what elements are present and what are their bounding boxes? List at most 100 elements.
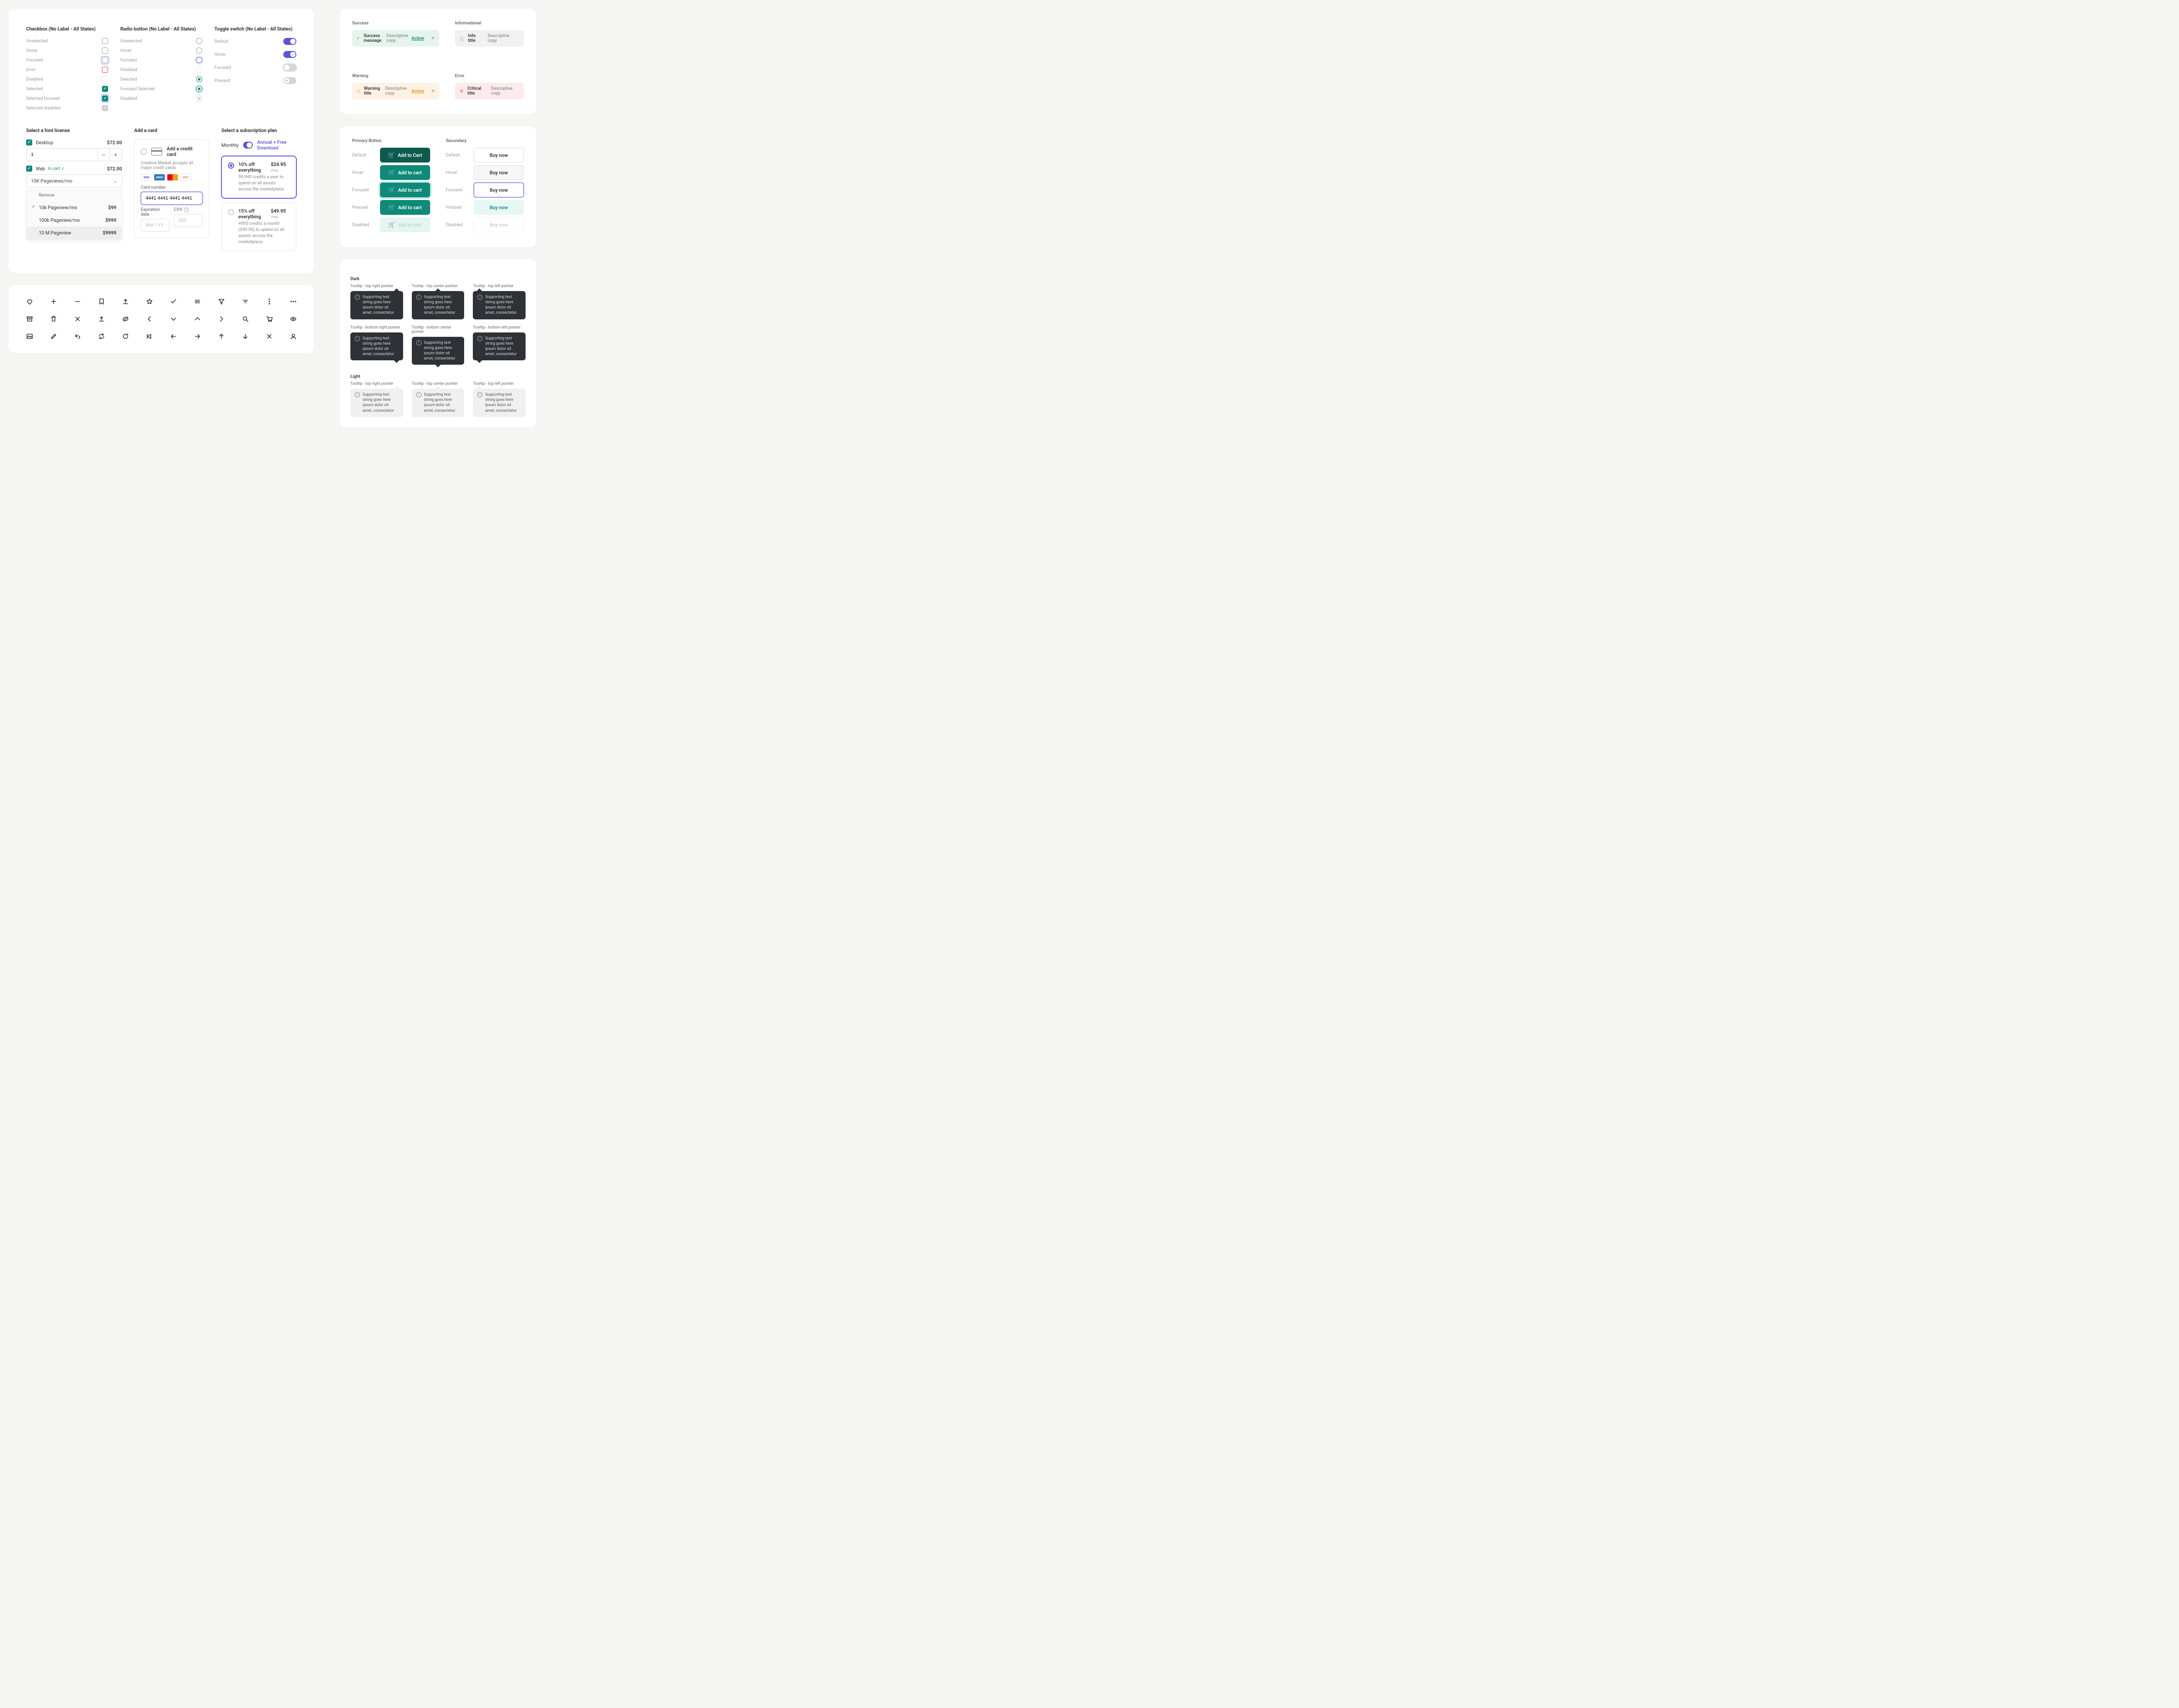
dropdown-item[interactable]: 100k Pageview/mo$999 <box>27 214 122 227</box>
toggle-section: Toggle switch (No Label - All States) De… <box>214 26 296 115</box>
tooltip-dark: iSupporting text string goes here ipsum … <box>350 291 403 319</box>
tooltip-label: Tooltip - top right pointer <box>350 284 403 288</box>
state-label: Selected disabled <box>26 106 61 111</box>
card-number-input[interactable] <box>141 192 203 205</box>
undo-icon <box>74 333 81 340</box>
secondary-heading: Secondary <box>446 139 524 143</box>
alert-warning: ⚠ Warning title Descriptive copy Action … <box>352 83 439 99</box>
discover-icon: DISC <box>180 174 191 181</box>
radio-unselected[interactable] <box>196 38 202 44</box>
secondary-button[interactable]: Buy now <box>474 183 524 197</box>
dropdown-item[interactable]: 10 M Pageview$9999 <box>27 227 122 239</box>
toggle-pressed[interactable] <box>283 77 296 84</box>
x-icon <box>266 333 273 340</box>
alert-close-icon[interactable]: ✕ <box>431 89 434 94</box>
user-icon <box>290 333 297 340</box>
alert-desc: Descriptive copy <box>387 34 408 43</box>
tooltip-dark: iSupporting text string goes here ipsum … <box>412 337 465 365</box>
quantity-plus-button[interactable]: + <box>109 149 122 161</box>
arrow-down-icon <box>242 333 249 340</box>
arrow-right-icon <box>194 333 201 340</box>
license-desktop-label: Desktop <box>36 140 53 146</box>
close-icon <box>74 315 81 322</box>
plan-option[interactable]: 10% off everything $24.95 /mo 59,940 cre… <box>221 156 296 198</box>
checkbox-selected[interactable] <box>102 86 108 92</box>
plan-title: 10% off everything <box>238 162 271 173</box>
radio-selected[interactable] <box>196 76 202 82</box>
radio-focused[interactable] <box>196 57 202 63</box>
checkbox-hover[interactable] <box>102 47 108 54</box>
error-icon: ⊘ <box>459 88 464 94</box>
quantity-input[interactable] <box>27 149 97 161</box>
plan-title: 15% off everything <box>238 208 271 220</box>
cvv-input[interactable] <box>174 214 203 227</box>
skip-back-icon <box>146 333 153 340</box>
card-radio[interactable] <box>141 149 147 155</box>
toggle-default[interactable] <box>283 38 296 45</box>
checkbox-selected-focused[interactable] <box>102 95 108 102</box>
pageviews-select[interactable]: 10K Pageviews/mo <box>26 174 122 187</box>
tooltip-label: Tooltip - top left pointer <box>473 284 526 288</box>
credit-card-form: Add a credit card Creative Market accept… <box>134 139 209 238</box>
card-number-label: Card number <box>141 185 203 190</box>
chevron-down-icon <box>170 315 177 322</box>
state-label: Disabled <box>120 96 137 101</box>
primary-button[interactable]: 🛒Add to cart <box>380 200 430 215</box>
pageviews-selected-value: 10K Pageviews/mo <box>31 178 72 184</box>
mastercard-icon <box>167 174 178 181</box>
radio-hover[interactable] <box>196 47 202 54</box>
plan-option[interactable]: 15% off everything $49.95 /mo 4995 credi… <box>221 203 296 251</box>
alert-title: Critical title <box>467 86 487 96</box>
alert-action-link[interactable]: Action <box>411 89 424 94</box>
bookmark-icon <box>98 298 105 305</box>
alert-action-link[interactable]: Action <box>411 36 424 41</box>
secondary-button[interactable]: Buy now <box>474 200 524 215</box>
cart-icon: 🛒 <box>388 204 395 211</box>
license-web-checkbox[interactable] <box>26 166 32 172</box>
plan-desc: 59,940 credits a year to spend on all as… <box>238 174 290 193</box>
card-form-heading: Add a card <box>134 128 209 133</box>
checkbox-error[interactable] <box>102 67 108 73</box>
info-icon: i <box>477 336 482 341</box>
quantity-stepper[interactable]: − + <box>26 148 122 161</box>
menu-icon <box>194 298 201 305</box>
info-icon: i <box>416 295 421 300</box>
radio-focused-selected[interactable] <box>196 86 202 92</box>
secondary-button[interactable]: Buy now <box>474 165 524 180</box>
state-label: Unselected <box>26 39 48 44</box>
license-web-incart: In cart ✓ <box>48 166 65 171</box>
primary-button[interactable]: 🛒Add to cart <box>380 183 430 197</box>
alert-error-heading: Error <box>455 74 524 78</box>
more-horizontal-icon <box>290 298 297 305</box>
checkbox-section: Checkbox (No Label - All States) Unselec… <box>26 26 108 115</box>
help-icon[interactable]: ? <box>184 207 189 212</box>
toggle-focused[interactable] <box>283 64 296 71</box>
secondary-button[interactable]: Buy now <box>474 148 524 163</box>
toggle-hover[interactable] <box>283 51 296 58</box>
heart-icon <box>26 298 33 305</box>
license-web-label: Web <box>36 166 45 172</box>
expiration-input[interactable] <box>141 219 170 232</box>
license-desktop-checkbox[interactable] <box>26 139 32 146</box>
primary-button[interactable]: 🛒Add to Cart <box>380 148 430 163</box>
tooltip-label: Tooltip - bottom left pointer <box>473 325 526 330</box>
plans-section: Select a subscription plan Monthly Annua… <box>221 128 296 255</box>
dropdown-remove[interactable]: Remove <box>27 190 122 201</box>
checkbox-focused[interactable] <box>102 57 108 63</box>
icons-card <box>9 285 314 353</box>
state-label: Default <box>214 39 228 44</box>
checkbox-heading: Checkbox (No Label - All States) <box>26 26 108 32</box>
license-desktop-price: $72.00 <box>107 140 122 146</box>
state-label: Hover <box>120 48 132 53</box>
plan-radio-icon <box>228 163 234 169</box>
primary-button[interactable]: 🛒Add to cart <box>380 165 430 180</box>
info-icon: i <box>416 340 421 346</box>
tooltip-label: Tooltip - top right pointer <box>350 382 403 386</box>
upload-alt-icon <box>98 315 105 322</box>
checkbox-unselected[interactable] <box>102 38 108 44</box>
quantity-minus-button[interactable]: − <box>97 149 109 161</box>
alert-close-icon[interactable]: ✕ <box>431 36 434 41</box>
radio-heading: Radio button (No Label - All States) <box>120 26 202 32</box>
dropdown-item[interactable]: ✓10k Pageview/mo$99 <box>27 201 122 214</box>
billing-toggle[interactable] <box>243 142 253 149</box>
